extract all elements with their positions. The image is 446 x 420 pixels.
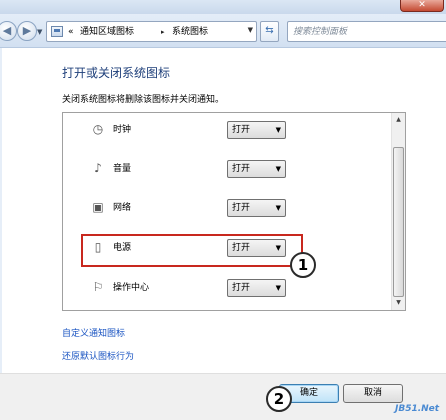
chevron-down-icon: ▼ [275, 284, 281, 292]
network-icon: ▣ [92, 200, 104, 214]
list-scrollbar[interactable]: ▲ ▼ [391, 113, 405, 310]
row-label: 时钟 [113, 125, 132, 135]
search-box[interactable] [287, 21, 446, 42]
address-bar[interactable]: « 通知区域图标 ▸ 系统图标 ▼ [46, 21, 257, 42]
chevron-down-icon: ▼ [275, 126, 281, 134]
search-input[interactable] [293, 25, 443, 39]
row-label: 网络 [113, 203, 132, 213]
volume-behavior-select[interactable]: 打开 ▼ [227, 160, 286, 178]
watermark: JB51.Net [395, 404, 440, 414]
window-close-button[interactable]: ✕ [400, 0, 444, 12]
window-title-bar: ✕ [0, 0, 446, 14]
clock-behavior-select[interactable]: 打开 ▼ [227, 121, 286, 139]
chevron-down-icon: ▼ [275, 165, 281, 173]
close-icon: ✕ [418, 0, 426, 10]
row-label: 操作中心 [113, 283, 150, 293]
list-item-action-center: ⚐ 操作中心 打开 ▼ [63, 273, 393, 303]
recent-pages-dropdown[interactable]: ▼ [37, 28, 45, 36]
power-row-highlight [81, 234, 303, 267]
system-icon-list: ◷ 时钟 打开 ▼ ♪ 音量 打开 ▼ ▣ 网络 打开 ▼ ▯ 电源 打开 ▼ … [62, 112, 406, 311]
select-value: 打开 [232, 203, 251, 213]
select-value: 打开 [232, 283, 251, 293]
chevron-up-icon: ▲ [396, 116, 401, 123]
arrow-left-icon: ◀ [2, 24, 12, 37]
arrow-right-icon: ▶ [22, 24, 32, 37]
control-panel-icon [51, 26, 63, 37]
row-label: 音量 [113, 164, 132, 174]
chevron-down-icon: ▼ [37, 28, 43, 36]
cancel-button[interactable]: 取消 [343, 384, 403, 403]
window-left-edge [0, 48, 2, 374]
network-behavior-select[interactable]: 打开 ▼ [227, 199, 286, 217]
back-button[interactable]: ◀ [0, 21, 17, 41]
clock-icon: ◷ [92, 122, 104, 136]
chevron-down-icon: ▼ [396, 299, 401, 306]
chevron-down-icon: ▼ [275, 204, 281, 212]
page-description: 关闭系统图标将删除该图标并关闭通知。 [62, 95, 225, 105]
forward-button[interactable]: ▶ [17, 21, 37, 41]
refresh-button[interactable]: ⇆ [260, 21, 279, 42]
list-item-clock: ◷ 时钟 打开 ▼ [63, 115, 393, 145]
select-value: 打开 [232, 125, 251, 135]
step-badge-1: 1 [290, 252, 316, 278]
customize-notification-icons-link[interactable]: 自定义通知图标 [62, 326, 125, 339]
page-title: 打开或关闭系统图标 [62, 66, 171, 80]
list-item-volume: ♪ 音量 打开 ▼ [63, 154, 393, 184]
scroll-thumb[interactable] [393, 147, 404, 297]
list-item-network: ▣ 网络 打开 ▼ [63, 193, 393, 223]
flag-icon: ⚐ [92, 280, 104, 294]
restore-default-icon-behaviors-link[interactable]: 还原默认图标行为 [62, 349, 134, 362]
select-value: 打开 [232, 164, 251, 174]
step-badge-2: 2 [266, 386, 292, 412]
address-dropdown-button[interactable]: ▼ [248, 26, 253, 34]
scroll-up-button[interactable]: ▲ [392, 113, 405, 127]
dialog-footer: 确定 取消 [0, 374, 446, 420]
chevron-down-icon: ▼ [247, 26, 253, 34]
breadcrumb-notification-area-icons[interactable]: 通知区域图标 [80, 25, 134, 39]
refresh-icon: ⇆ [265, 25, 274, 36]
volume-icon: ♪ [94, 161, 102, 175]
breadcrumb-overflow[interactable]: « [68, 25, 74, 39]
scroll-down-button[interactable]: ▼ [392, 296, 405, 310]
breadcrumb-system-icons[interactable]: 系统图标 [172, 25, 208, 39]
address-toolbar: ◀ ▶ ▼ « 通知区域图标 ▸ 系统图标 ▼ ⇆ [0, 14, 446, 48]
action-center-behavior-select[interactable]: 打开 ▼ [227, 279, 286, 297]
breadcrumb-separator[interactable]: ▸ [161, 25, 165, 39]
